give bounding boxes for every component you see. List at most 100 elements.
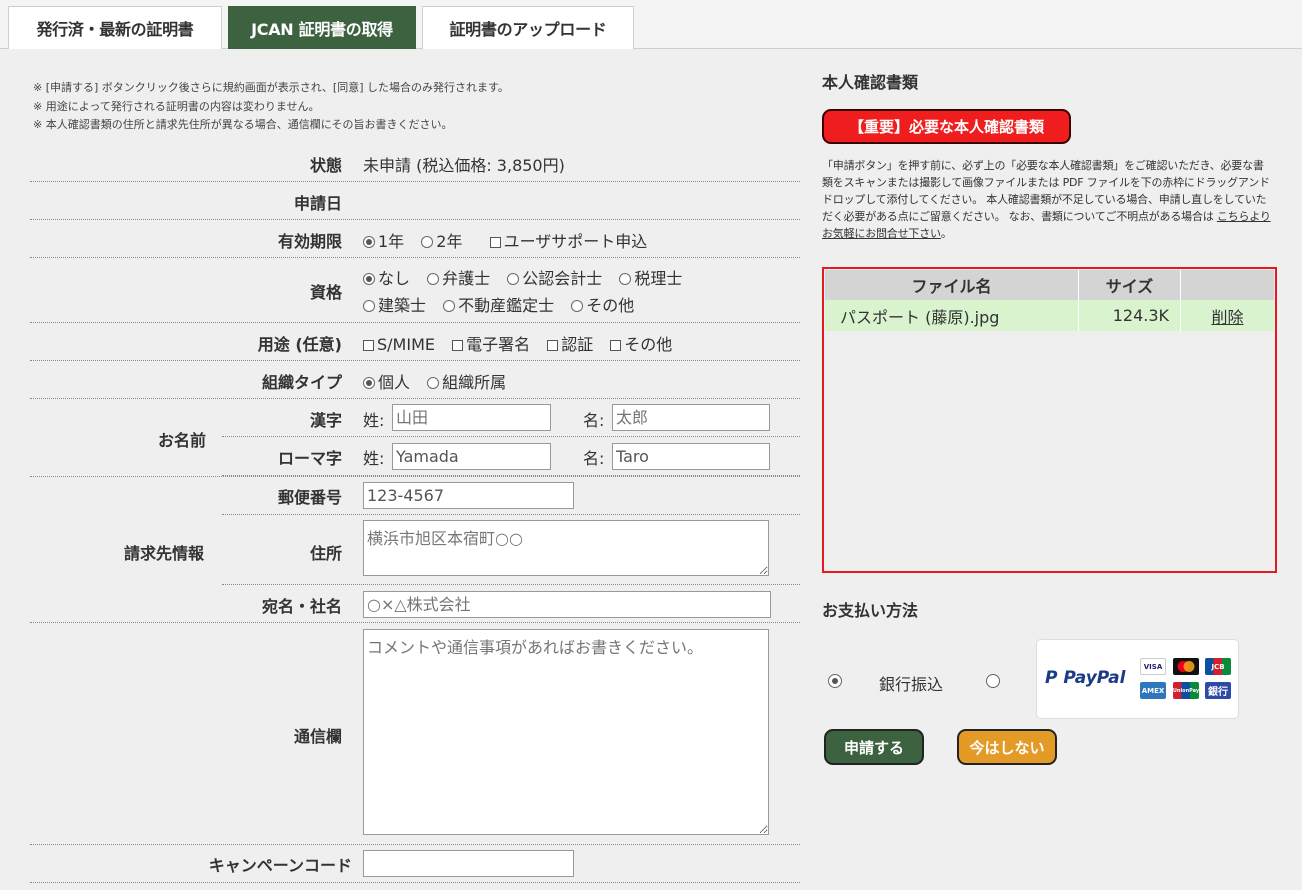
checkbox-icon bbox=[547, 340, 559, 351]
org-type-options: 個人 組織所属 bbox=[363, 369, 518, 393]
row-qualification: 資格 なし 弁護士 公認会計士 税理士 建築士 不動産鑑定士 その他 bbox=[30, 258, 800, 323]
divider bbox=[1078, 270, 1079, 331]
tab-issued-certificates[interactable]: 発行済・最新の証明書 bbox=[8, 6, 222, 49]
validity-2year[interactable]: 2年 bbox=[421, 232, 462, 251]
checkbox-icon bbox=[452, 340, 464, 351]
tab-get-certificate[interactable]: JCAN 証明書の取得 bbox=[228, 6, 416, 49]
radio-icon bbox=[619, 273, 632, 285]
address-label: 住所 bbox=[309, 544, 342, 563]
amex-icon: AMEX bbox=[1140, 682, 1166, 699]
not-now-button[interactable]: 今はしない bbox=[957, 729, 1057, 765]
tab-bar: 発行済・最新の証明書 JCAN 証明書の取得 証明書のアップロード bbox=[0, 0, 1302, 49]
comments-label: 通信欄 bbox=[293, 727, 342, 746]
note-line: ※ 用途によって発行される証明書の内容は変わりません。 bbox=[33, 99, 320, 113]
payment-paypal-radio[interactable] bbox=[986, 674, 1000, 688]
col-file-name: ファイル名 bbox=[911, 277, 992, 296]
note-line: ※ 本人確認書類の住所と請求先住所が異なる場合、通信欄にその旨お書きください。 bbox=[33, 118, 453, 131]
qualification-label: 資格 bbox=[309, 283, 342, 302]
important-documents-button[interactable]: 【重要】必要な本人確認書類 bbox=[822, 109, 1071, 144]
bank-transfer-label: 銀行振込 bbox=[879, 675, 944, 694]
purpose-smime[interactable]: S/MIME bbox=[363, 335, 435, 354]
radio-icon bbox=[427, 273, 440, 285]
divider bbox=[1180, 270, 1181, 331]
file-name: パスポート (藤原).jpg bbox=[840, 307, 1000, 327]
radio-icon bbox=[507, 273, 520, 285]
validity-label: 有効期限 bbox=[277, 232, 342, 251]
billing-group-label: 請求先情報 bbox=[124, 544, 205, 563]
org-type-label: 組織タイプ bbox=[261, 373, 342, 392]
campaign-code-input[interactable] bbox=[363, 850, 574, 877]
identity-description: 「申請ボタン」を押す前に、必ず上の「必要な本人確認書類」をご確認いただき、必要な… bbox=[822, 159, 1271, 240]
checkbox-icon bbox=[489, 237, 501, 248]
radio-icon bbox=[443, 300, 456, 312]
visa-icon: VISA bbox=[1140, 658, 1166, 675]
last-name-label: 姓: bbox=[363, 411, 385, 430]
addressee-label: 宛名・社名 bbox=[261, 597, 342, 616]
unionpay-icon: UnionPay bbox=[1173, 682, 1199, 699]
postal-label: 郵便番号 bbox=[277, 488, 342, 507]
first-name-label: 名: bbox=[583, 411, 605, 430]
payment-heading: お支払い方法 bbox=[822, 601, 919, 620]
postal-code-input[interactable] bbox=[363, 482, 574, 509]
purpose-label: 用途 (任意) bbox=[257, 335, 342, 354]
last-name-label: 姓: bbox=[363, 449, 385, 468]
tab-upload-certificate[interactable]: 証明書のアップロード bbox=[422, 6, 634, 49]
qual-cpa[interactable]: 公認会計士 bbox=[507, 269, 602, 288]
qual-tax-accountant[interactable]: 税理士 bbox=[619, 269, 682, 288]
last-name-kanji-input[interactable] bbox=[392, 404, 551, 431]
apply-date-label: 申請日 bbox=[293, 194, 342, 213]
delete-file-link[interactable]: 削除 bbox=[1181, 300, 1274, 331]
address-textarea[interactable]: 横浜市旭区本宿町○○ bbox=[363, 520, 769, 576]
purpose-auth[interactable]: 認証 bbox=[547, 335, 593, 354]
campaign-label: キャンペーンコード bbox=[208, 856, 352, 875]
user-support-checkbox[interactable]: ユーザサポート申込 bbox=[489, 232, 647, 251]
addressee-input[interactable] bbox=[363, 591, 771, 618]
file-size: 124.3K bbox=[1112, 306, 1169, 325]
name-group-spacer bbox=[30, 437, 222, 476]
col-file-size: サイズ bbox=[1105, 277, 1154, 296]
purpose-other[interactable]: その他 bbox=[610, 335, 672, 354]
radio-icon bbox=[427, 377, 440, 389]
qual-none[interactable]: なし bbox=[363, 269, 410, 288]
org-individual[interactable]: 個人 bbox=[363, 373, 410, 392]
row-validity: 有効期限 1年 2年 ユーザサポート申込 bbox=[30, 220, 800, 258]
row-org-type: 組織タイプ 個人 組織所属 bbox=[30, 361, 800, 399]
radio-icon bbox=[363, 300, 375, 312]
radio-icon bbox=[363, 236, 375, 248]
romaji-label: ローマ字 bbox=[277, 449, 342, 468]
qual-appraiser[interactable]: 不動産鑑定士 bbox=[443, 296, 554, 315]
validity-options: 1年 2年 ユーザサポート申込 bbox=[363, 228, 659, 252]
notes: ※ [申請する] ボタンクリック後さらに規約画面が表示され、[同意] した場合の… bbox=[33, 79, 509, 135]
row-apply-date: 申請日 bbox=[30, 182, 800, 220]
jcb-icon: JCB bbox=[1205, 658, 1231, 675]
status-value: 未申請 (税込価格: 3,850円) bbox=[363, 156, 565, 175]
mastercard-circles-icon bbox=[1177, 661, 1195, 672]
kanji-label: 漢字 bbox=[309, 411, 342, 430]
file-table-header: ファイル名 サイズ bbox=[825, 270, 1274, 300]
comments-textarea[interactable] bbox=[363, 629, 769, 835]
org-affiliated[interactable]: 組織所属 bbox=[427, 373, 506, 392]
qual-lawyer[interactable]: 弁護士 bbox=[427, 269, 490, 288]
payment-bank-radio[interactable] bbox=[828, 674, 842, 688]
purpose-options: S/MIME 電子署名 認証 その他 bbox=[363, 331, 684, 355]
first-name-romaji-input[interactable] bbox=[612, 443, 770, 470]
radio-icon bbox=[363, 273, 375, 285]
file-drop-zone[interactable]: ファイル名 サイズ パスポート (藤原).jpg 124.3K 削除 bbox=[822, 267, 1277, 573]
apply-button[interactable]: 申請する bbox=[824, 729, 924, 765]
checkbox-icon bbox=[610, 340, 622, 351]
qual-other[interactable]: その他 bbox=[571, 296, 634, 315]
validity-1year[interactable]: 1年 bbox=[363, 232, 404, 251]
radio-icon bbox=[421, 236, 434, 248]
table-row: パスポート (藤原).jpg 124.3K 削除 bbox=[825, 300, 1274, 331]
radio-icon bbox=[363, 377, 375, 389]
identity-heading: 本人確認書類 bbox=[822, 73, 919, 92]
purpose-esign[interactable]: 電子署名 bbox=[452, 335, 530, 354]
paypal-logo-box[interactable]: P PayPal VISA JCB AMEX UnionPay 銀行 bbox=[1036, 639, 1239, 719]
qual-architect[interactable]: 建築士 bbox=[363, 296, 426, 315]
row-purpose: 用途 (任意) S/MIME 電子署名 認証 その他 bbox=[30, 323, 800, 361]
qualification-options: なし 弁護士 公認会計士 税理士 建築士 不動産鑑定士 その他 bbox=[363, 265, 694, 319]
last-name-romaji-input[interactable] bbox=[392, 443, 551, 470]
first-name-kanji-input[interactable] bbox=[612, 404, 770, 431]
checkbox-icon bbox=[363, 340, 374, 351]
first-name-label: 名: bbox=[583, 449, 605, 468]
